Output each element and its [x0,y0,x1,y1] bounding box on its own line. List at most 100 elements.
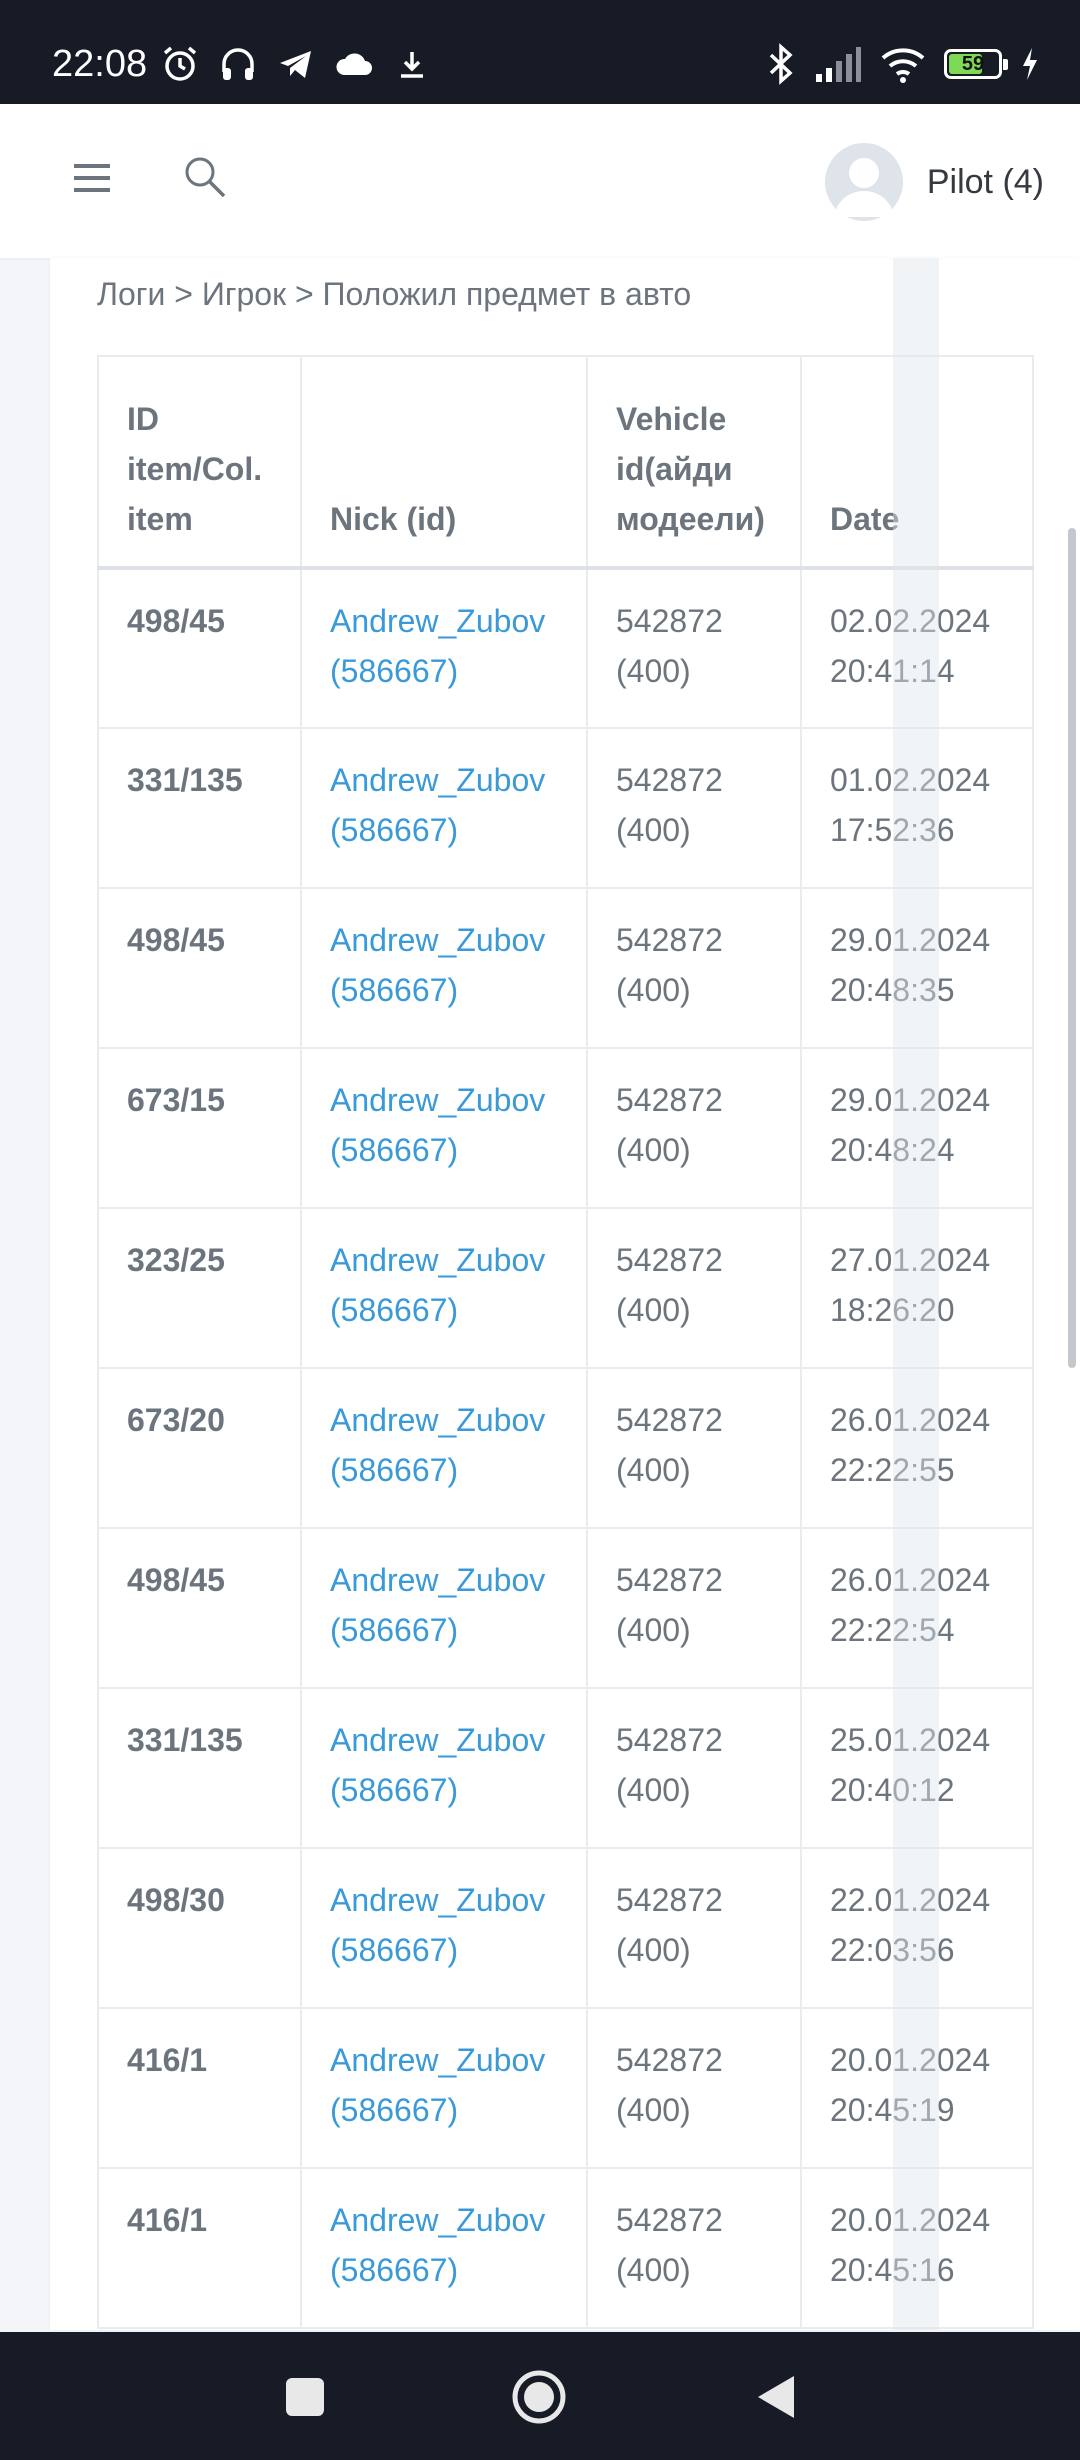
player-nick[interactable]: Andrew_Zubov [330,922,545,958]
cell-id-item: 331/135 [97,1687,302,1849]
cell-nick: Andrew_Zubov (586667) [300,1207,588,1369]
user-silhouette-icon [834,158,893,217]
download-icon [401,52,423,78]
cell-nick: Andrew_Zubov (586667) [300,727,588,889]
player-nick[interactable]: Andrew_Zubov [330,1242,545,1278]
cell-vehicle: 542872 (400) [586,567,802,729]
avatar[interactable] [824,143,903,221]
player-link[interactable]: Andrew_Zubov (586667) [330,1882,545,1968]
cell-vehicle: 542872 (400) [586,1207,802,1369]
player-link[interactable]: Andrew_Zubov (586667) [330,1562,545,1648]
breadcrumb-item-logs[interactable]: Логи [97,276,165,312]
player-id[interactable]: (586667) [330,1452,458,1488]
vehicle-model: (400) [616,1292,691,1328]
vehicle-model: (400) [616,653,691,689]
player-id[interactable]: (586667) [330,1132,458,1168]
vehicle-model: (400) [616,1772,691,1808]
recents-square-icon[interactable] [270,2362,340,2432]
cell-nick: Andrew_Zubov (586667) [300,2167,588,2329]
cell-id-item: 673/15 [97,1047,302,1209]
player-link[interactable]: Andrew_Zubov (586667) [330,1242,545,1328]
vehicle-model: (400) [616,1132,691,1168]
user-menu[interactable]: Pilot (4) [824,142,1044,222]
vehicle-id: 542872 [616,1882,723,1918]
player-link[interactable]: Andrew_Zubov (586667) [330,922,545,1008]
breadcrumb: Логи > Игрок > Положил предмет в авто [97,270,691,318]
cell-vehicle: 542872 (400) [586,1047,802,1209]
player-link[interactable]: Andrew_Zubov (586667) [330,603,545,689]
player-id[interactable]: (586667) [330,2252,458,2288]
column-header-nick[interactable]: Nick (id) [300,355,588,570]
player-link[interactable]: Andrew_Zubov (586667) [330,1082,545,1168]
cell-id-item: 498/45 [97,887,302,1049]
vehicle-id: 542872 [616,603,723,639]
cell-nick: Andrew_Zubov (586667) [300,1527,588,1689]
search-icon[interactable] [180,152,230,202]
player-link[interactable]: Andrew_Zubov (586667) [330,762,545,848]
cell-id-item: 416/1 [97,2167,302,2329]
page-scrollbar[interactable] [1068,528,1076,1368]
battery-icon: 59 [944,49,1008,79]
cell-id-item: 498/30 [97,1847,302,2009]
player-id[interactable]: (586667) [330,653,458,689]
player-link[interactable]: Andrew_Zubov (586667) [330,1402,545,1488]
player-nick[interactable]: Andrew_Zubov [330,1562,545,1598]
player-link[interactable]: Andrew_Zubov (586667) [330,1722,545,1808]
vehicle-id: 542872 [616,2202,723,2238]
user-name[interactable]: Pilot (4) [927,163,1044,202]
bluetooth-icon [769,43,793,85]
telegram-icon [280,51,311,78]
player-nick[interactable]: Andrew_Zubov [330,603,545,639]
player-link[interactable]: Andrew_Zubov (586667) [330,2202,545,2288]
back-triangle-icon[interactable] [740,2362,810,2432]
column-header-vehicle-id[interactable]: Vehicle id(айди модеели) [586,355,802,570]
vehicle-id: 542872 [616,1402,723,1438]
breadcrumb-item-current: Положил предмет в авто [322,276,692,312]
player-nick[interactable]: Andrew_Zubov [330,762,545,798]
system-nav-bar [0,2332,1080,2460]
player-nick[interactable]: Andrew_Zubov [330,2042,545,2078]
status-bar: 22:08 59 [0,0,1080,104]
player-link[interactable]: Andrew_Zubov (586667) [330,2042,545,2128]
player-nick[interactable]: Andrew_Zubov [330,1722,545,1758]
player-nick[interactable]: Andrew_Zubov [330,2202,545,2238]
vehicle-id: 542872 [616,1722,723,1758]
player-id[interactable]: (586667) [330,1932,458,1968]
status-icons-left [160,42,432,86]
player-id[interactable]: (586667) [330,812,458,848]
charging-icon [1023,48,1037,80]
battery-nub [1003,59,1008,70]
cell-nick: Andrew_Zubov (586667) [300,2007,588,2169]
player-id[interactable]: (586667) [330,972,458,1008]
cell-id-item: 331/135 [97,727,302,889]
vehicle-id: 542872 [616,2042,723,2078]
status-time: 22:08 [52,43,148,85]
cell-id-item: 498/45 [97,1527,302,1689]
cell-id-item: 323/25 [97,1207,302,1369]
vehicle-id: 542872 [616,1242,723,1278]
home-circle-icon[interactable] [504,2362,574,2432]
vehicle-model: (400) [616,812,691,848]
cell-vehicle: 542872 (400) [586,887,802,1049]
alarm-icon [163,46,197,81]
hamburger-menu-icon[interactable] [70,154,120,204]
vehicle-id: 542872 [616,1562,723,1598]
player-nick[interactable]: Andrew_Zubov [330,1402,545,1438]
player-id[interactable]: (586667) [330,1612,458,1648]
player-id[interactable]: (586667) [330,2092,458,2128]
breadcrumb-separator: > [294,276,314,312]
player-id[interactable]: (586667) [330,1292,458,1328]
breadcrumb-item-player[interactable]: Игрок [202,276,286,312]
cell-nick: Andrew_Zubov (586667) [300,1047,588,1209]
cell-vehicle: 542872 (400) [586,1367,802,1529]
cell-vehicle: 542872 (400) [586,1527,802,1689]
vehicle-id: 542872 [616,922,723,958]
player-nick[interactable]: Andrew_Zubov [330,1082,545,1118]
player-nick[interactable]: Andrew_Zubov [330,1882,545,1918]
player-id[interactable]: (586667) [330,1772,458,1808]
vehicle-model: (400) [616,972,691,1008]
column-header-id-item[interactable]: ID item/Col. item [97,355,302,570]
cell-id-item: 498/45 [97,567,302,729]
vehicle-model: (400) [616,2092,691,2128]
cell-nick: Andrew_Zubov (586667) [300,887,588,1049]
